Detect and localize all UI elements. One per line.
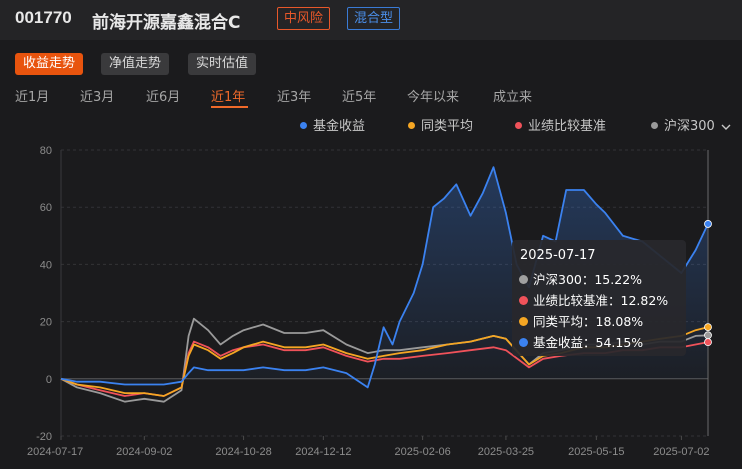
active-period-indicator	[211, 106, 248, 108]
series-endpoint-3	[704, 323, 712, 331]
x-tick-label: 2025-05-15	[568, 446, 624, 458]
x-tick-label: 2024-10-28	[215, 446, 271, 458]
y-tick-label: 0	[46, 374, 52, 386]
period-5y[interactable]: 近5年	[342, 89, 376, 107]
fund-type-badge: 混合型	[347, 7, 401, 30]
period-3m[interactable]: 近3月	[80, 89, 114, 107]
x-tick-label: 2025-07-02	[653, 446, 709, 458]
period-6m[interactable]: 近6月	[146, 89, 180, 107]
period-since-inception[interactable]: 成立来	[493, 89, 532, 107]
tooltip-row-fund-return: 基金收益：54.15%	[519, 332, 643, 351]
legend-benchmark[interactable]: 业绩比较基准	[515, 119, 606, 135]
period-3y[interactable]: 近3年	[277, 89, 311, 107]
tooltip-date: 2025-07-17	[520, 248, 596, 263]
legend-dot	[300, 122, 307, 129]
fund-name: 前海开源嘉鑫混合C	[92, 13, 241, 33]
fund-header: 001770 前海开源嘉鑫混合C 中风险 混合型	[0, 0, 742, 40]
legend-csi300[interactable]: 沪深300	[651, 119, 715, 135]
tab-realtime-estimate[interactable]: 实时估值	[188, 53, 257, 75]
tooltip-dot	[519, 275, 528, 284]
tab-nav-trend[interactable]: 净值走势	[101, 53, 170, 75]
series-endpoint-1	[704, 331, 712, 340]
y-tick-label: -20	[36, 431, 52, 443]
x-tick-label: 2025-03-25	[478, 446, 534, 458]
y-tick-label: 80	[40, 145, 52, 157]
risk-badge: 中风险	[277, 7, 331, 30]
chart-tooltip: 2025-07-17 沪深300：15.22% 业绩比较基准：12.82% 同类…	[512, 240, 686, 356]
x-tick-label: 2024-12-12	[295, 446, 351, 458]
x-tick-label: 2024-07-17	[27, 446, 83, 458]
legend-dot	[408, 122, 415, 129]
fund-code: 001770	[15, 8, 72, 27]
tooltip-row-peer-average: 同类平均：18.08%	[519, 311, 643, 330]
y-tick-label: 60	[40, 202, 52, 214]
period-ytd[interactable]: 今年以来	[407, 89, 459, 107]
legend-fund-return[interactable]: 基金收益	[300, 119, 365, 135]
x-tick-label: 2024-09-02	[116, 446, 172, 458]
series-endpoint-4	[704, 220, 712, 228]
legend-dot	[651, 122, 658, 129]
tooltip-dot	[519, 296, 528, 305]
series-endpoint-2	[704, 338, 712, 347]
tooltip-row-benchmark: 业绩比较基准：12.82%	[519, 290, 668, 309]
tooltip-dot	[519, 317, 528, 326]
tooltip-dot	[519, 338, 528, 347]
tab-return-trend[interactable]: 收益走势	[15, 53, 84, 75]
x-tick-label: 2025-02-06	[394, 446, 450, 458]
period-1m[interactable]: 近1月	[15, 89, 49, 107]
legend-dot	[515, 122, 522, 129]
chevron-down-icon[interactable]	[719, 119, 733, 135]
legend-peer-average[interactable]: 同类平均	[408, 119, 473, 135]
y-tick-label: 40	[40, 259, 52, 271]
period-1y[interactable]: 近1年	[211, 89, 245, 107]
y-tick-label: 20	[40, 317, 52, 329]
tooltip-row-csi300: 沪深300：15.22%	[519, 269, 642, 288]
